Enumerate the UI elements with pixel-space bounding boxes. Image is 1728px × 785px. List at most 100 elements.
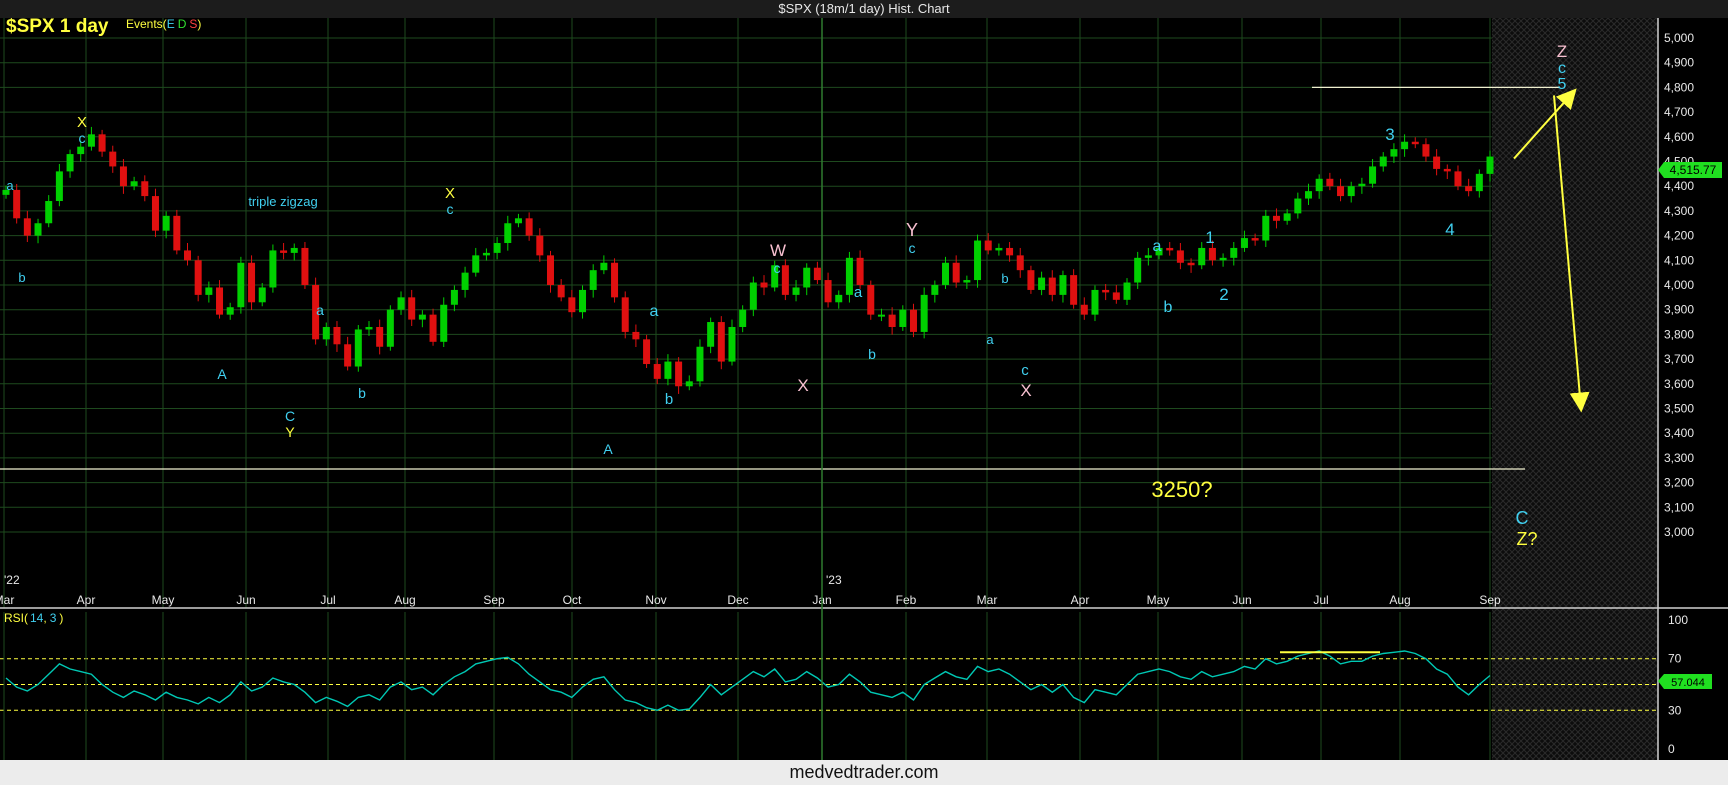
- candle-body: [77, 146, 85, 155]
- candle-body: [557, 285, 565, 298]
- candle-body: [333, 326, 341, 345]
- wave-label: 2: [1219, 285, 1228, 304]
- candle-body: [429, 314, 437, 342]
- candle-body: [237, 262, 245, 308]
- candle-body: [1422, 144, 1430, 157]
- candle-body: [1198, 247, 1206, 266]
- wave-label: 1: [1205, 228, 1214, 247]
- candle-body: [1315, 178, 1323, 192]
- candle-body: [98, 134, 106, 152]
- candle-body: [376, 326, 384, 347]
- rsi-panel: 1007050300: [0, 612, 1688, 760]
- y-tick-label: 3,100: [1664, 500, 1694, 514]
- events-s: S: [189, 18, 197, 31]
- candle-body: [1272, 215, 1280, 221]
- candle-body: [696, 346, 704, 382]
- events-d: D: [178, 18, 187, 31]
- wave-label: c: [909, 240, 916, 256]
- candle-body: [653, 364, 661, 379]
- footer-brand[interactable]: medvedtrader.com: [0, 760, 1728, 785]
- candle-body: [1123, 282, 1131, 300]
- y-tick-label: 4,900: [1664, 56, 1694, 70]
- events-legend[interactable]: Events(E D S): [126, 18, 201, 31]
- candle-body: [1091, 289, 1099, 315]
- candle-body: [258, 287, 266, 303]
- candle-body: [1230, 247, 1238, 258]
- candle-body: [899, 309, 907, 327]
- candle-body: [1369, 166, 1377, 184]
- wave-label: X: [445, 185, 455, 202]
- candle-body: [589, 270, 597, 290]
- rsi-line: [5, 650, 1491, 712]
- wave-label: b: [1164, 299, 1173, 316]
- wave-label: a: [316, 302, 324, 318]
- chart-area[interactable]: 3,000 3,100 3,200 3,300 3,400 3,500 3,600 3,700…: [0, 18, 1728, 760]
- y-tick-label: 4,200: [1664, 229, 1694, 243]
- y-tick-label: 4,400: [1664, 179, 1694, 193]
- y-tick-label: 5,000: [1664, 31, 1694, 45]
- wave-label: Y: [285, 424, 295, 440]
- candle-body: [23, 218, 31, 236]
- candle-body: [1401, 141, 1409, 150]
- rsi-tick-label: 70: [1668, 652, 1682, 666]
- candle-body: [344, 344, 352, 367]
- x-tick-label: May: [1147, 593, 1170, 607]
- candle-body: [1411, 141, 1419, 145]
- wave-label: a: [854, 284, 863, 301]
- x-axis: MarAprMayJunJulAugSepOctNovDecJanFebMarA…: [0, 573, 1501, 607]
- wave-label: 5: [1558, 76, 1567, 93]
- candle-body: [472, 255, 480, 273]
- wave-label: c: [447, 201, 454, 217]
- candle-body: [1283, 213, 1291, 221]
- candle-body: [984, 240, 992, 251]
- y-tick-label: 3,400: [1664, 426, 1694, 440]
- candle-body: [301, 247, 309, 285]
- wave-label: 3: [1385, 125, 1394, 144]
- candle-body: [792, 287, 800, 295]
- candle-body: [1454, 171, 1462, 187]
- candle-body: [1219, 257, 1227, 261]
- x-tick-label: Aug: [1389, 593, 1410, 607]
- candle-body: [579, 289, 587, 313]
- window-title: $SPX (18m/1 day) Hist. Chart: [778, 1, 950, 16]
- candle-body: [461, 272, 469, 290]
- rsi-tick-label: 0: [1668, 742, 1675, 756]
- candle-body: [1048, 277, 1056, 295]
- x-tick-label: Jul: [320, 593, 335, 607]
- wave-label: c: [774, 260, 781, 276]
- candle-body: [269, 250, 277, 288]
- candle-body: [974, 240, 982, 281]
- candle-body: [248, 262, 256, 303]
- rsi-last-badge: 57.044: [1658, 674, 1712, 689]
- y-tick-label: 4,100: [1664, 253, 1694, 267]
- candle-body: [707, 322, 715, 347]
- candle-body: [194, 260, 202, 295]
- rsi-label: RSI(14),3): [4, 611, 63, 625]
- candle-body: [1347, 186, 1355, 197]
- svg-text:Events(EDS): Events(E D S): [126, 18, 201, 31]
- events-close: ): [197, 18, 201, 31]
- y-tick-label: 3,600: [1664, 377, 1694, 391]
- title-bar: $SPX (18m/1 day) Hist. Chart: [0, 0, 1728, 19]
- y-tick-label: 3,000: [1664, 525, 1694, 539]
- wave-label: b: [358, 385, 366, 401]
- candle-body: [525, 218, 533, 236]
- candle-body: [322, 326, 330, 340]
- y-tick-label: 4,600: [1664, 130, 1694, 144]
- candle-body: [643, 339, 651, 365]
- candle-body: [621, 297, 629, 332]
- candle-body: [440, 304, 448, 342]
- wave-label: A: [217, 366, 227, 382]
- candle-body: [173, 215, 181, 251]
- candle-body: [1326, 178, 1334, 187]
- x-tick-label: Aug: [394, 593, 415, 607]
- price-chart[interactable]: 3,000 3,100 3,200 3,300 3,400 3,500 3,600 3,700…: [0, 18, 1728, 760]
- x-tick-label: Sep: [1479, 593, 1501, 607]
- candle-body: [1465, 186, 1473, 192]
- candle-body: [1176, 250, 1184, 263]
- wave-label: 4: [1445, 220, 1454, 239]
- candle-body: [1475, 173, 1483, 192]
- candle-body: [856, 257, 864, 285]
- rsi-last-label: 57.044: [1671, 677, 1705, 689]
- y-tick-label: 4,700: [1664, 105, 1694, 119]
